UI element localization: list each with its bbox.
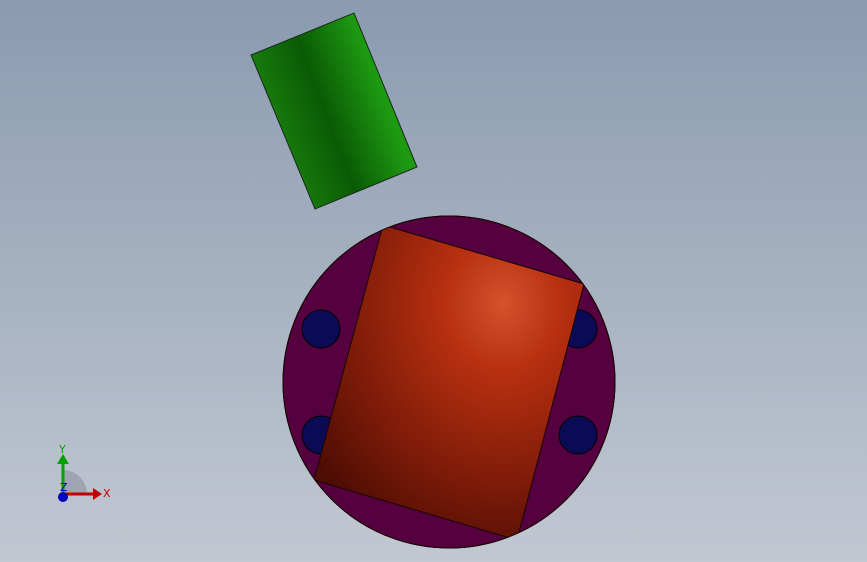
axis-triad: Y X Z <box>57 443 111 502</box>
3d-viewport[interactable]: Y X Z <box>0 0 867 562</box>
disk-hole <box>558 415 598 455</box>
x-axis-label: X <box>103 487 111 500</box>
y-axis-label: Y <box>58 443 66 456</box>
disk-hole <box>301 309 341 349</box>
model-scene[interactable] <box>0 0 867 562</box>
cylinder-part[interactable] <box>250 12 418 210</box>
z-axis-label: Z <box>60 481 68 494</box>
